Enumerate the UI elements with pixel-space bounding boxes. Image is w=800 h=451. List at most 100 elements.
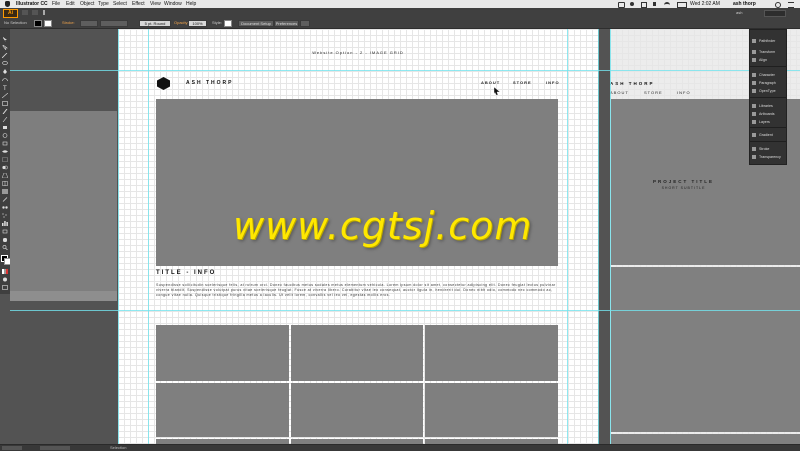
menu-effect[interactable]: Effect [132, 0, 145, 8]
panel-divider [750, 66, 786, 67]
menu-view[interactable]: View [150, 0, 161, 8]
panel-stroke[interactable]: Stroke [750, 145, 786, 153]
rectangle-tool-icon[interactable] [2, 101, 8, 106]
panel-opentype[interactable]: OpenType [750, 87, 786, 95]
guide-horizontal [10, 310, 800, 311]
rotate-tool-icon[interactable] [2, 133, 8, 138]
magic-wand-icon[interactable] [2, 53, 8, 58]
app-logo: Ai [3, 9, 18, 18]
panel-divider [750, 127, 786, 128]
panel-libraries[interactable]: Libraries [750, 102, 786, 110]
shape-builder-tool-icon[interactable] [2, 165, 8, 170]
panel-layers[interactable]: Layers [750, 118, 786, 126]
selection-tool-icon[interactable] [2, 37, 8, 42]
perspective-grid-tool-icon[interactable] [2, 173, 8, 178]
gradient-tool-icon[interactable] [2, 189, 8, 194]
panel-divider [750, 97, 786, 98]
zoom-level-field[interactable] [2, 446, 22, 450]
arrange-documents-icon[interactable] [300, 20, 310, 27]
search-stock-input[interactable] [764, 10, 786, 17]
mouse-cursor-icon [493, 82, 501, 100]
hand-tool-icon[interactable] [2, 237, 8, 242]
panel-artboards[interactable]: Artboards [750, 110, 786, 118]
stroke-label[interactable]: Stroke: [62, 20, 75, 25]
right-nav-store[interactable]: STORE [644, 90, 663, 95]
panel-dock: Pathfinder Transform Align Character Par… [749, 29, 787, 165]
project-subtitle: SHORT SUBTITLE [661, 186, 706, 190]
stroke-weight-field[interactable] [80, 20, 98, 27]
variable-width-dropdown[interactable] [100, 20, 128, 27]
panel-transform[interactable]: Transform [750, 48, 786, 56]
panel-character[interactable]: Character [750, 71, 786, 79]
artboard-navigation[interactable] [40, 446, 70, 450]
color-mode-icon[interactable] [2, 269, 8, 274]
preferences-button[interactable]: Preferences [274, 20, 299, 27]
right-nav-info[interactable]: INFO [677, 90, 691, 95]
menu-help[interactable]: Help [186, 0, 196, 8]
opacity-field[interactable]: 100% [188, 20, 207, 27]
panel-gradient[interactable]: Gradient [750, 131, 786, 139]
menu-file[interactable]: File [52, 0, 60, 8]
opacity-label[interactable]: Opacity: [174, 20, 189, 25]
panel-paragraph[interactable]: Paragraph [750, 79, 786, 87]
bridge-icon[interactable] [22, 10, 28, 15]
panel-pathfinder[interactable]: Pathfinder [750, 37, 786, 45]
site-logo-text: ASH THORP [186, 80, 234, 86]
user-name[interactable]: ash thorp [733, 0, 756, 8]
menu-window[interactable]: Window [164, 0, 182, 8]
curvature-tool-icon[interactable] [2, 77, 8, 82]
brush-definition-dropdown[interactable]: 5 pt. Round [139, 20, 171, 27]
type-tool-icon[interactable]: T [2, 85, 8, 90]
opentype-icon [752, 89, 756, 93]
line-tool-icon[interactable] [2, 93, 8, 98]
clock[interactable]: Wed 2:02 AM [690, 0, 720, 8]
workspace-switcher[interactable]: ash [736, 10, 742, 15]
eyedropper-tool-icon[interactable] [2, 197, 8, 202]
eraser-tool-icon[interactable] [2, 125, 8, 130]
width-tool-icon[interactable] [2, 149, 8, 154]
stock-icon[interactable] [32, 10, 38, 15]
menu-select[interactable]: Select [113, 0, 127, 8]
current-tool-status[interactable]: Selection [110, 445, 126, 451]
project-title: PROJECT TITLE [652, 179, 714, 184]
pencil-tool-icon[interactable] [2, 117, 8, 122]
sync-icon[interactable] [630, 2, 634, 6]
right-nav-about[interactable]: ABOUT [610, 90, 629, 95]
left-artboard-strip [10, 291, 117, 301]
zoom-tool-icon[interactable] [2, 245, 8, 250]
paintbrush-tool-icon[interactable] [2, 109, 8, 114]
control-bar: Ai No Selection Stroke: 5 pt. Round Opac… [0, 8, 800, 29]
column-graph-tool-icon[interactable] [2, 221, 8, 226]
panel-align[interactable]: Align [750, 56, 786, 64]
nav-info[interactable]: INFO [546, 80, 560, 85]
character-icon [752, 73, 756, 77]
style-label: Style: [212, 20, 223, 25]
bluetooth-icon[interactable] [653, 2, 656, 6]
draw-mode-icon[interactable] [2, 277, 8, 282]
nav-store[interactable]: STORE [513, 80, 532, 85]
pen-tool-icon[interactable] [2, 69, 8, 74]
direct-selection-tool-icon[interactable] [2, 45, 8, 50]
blend-tool-icon[interactable] [2, 205, 8, 210]
lasso-icon[interactable] [2, 61, 8, 66]
free-transform-tool-icon[interactable] [2, 157, 8, 162]
symbol-sprayer-tool-icon[interactable] [2, 213, 8, 218]
panel-divider [750, 141, 786, 142]
mesh-tool-icon[interactable] [2, 181, 8, 186]
watermark-text: www.cgtsj.com [233, 204, 533, 248]
screen-mode-icon[interactable] [2, 285, 8, 290]
panel-transparency[interactable]: Transparency [750, 153, 786, 161]
menu-object[interactable]: Object [80, 0, 94, 8]
fill-swatch[interactable] [34, 20, 42, 27]
menu-edit[interactable]: Edit [66, 0, 75, 8]
apple-icon[interactable] [5, 1, 10, 7]
scale-tool-icon[interactable] [2, 141, 8, 146]
menu-type[interactable]: Type [98, 0, 109, 8]
send-icon[interactable] [43, 10, 49, 15]
guide-vertical [118, 29, 119, 450]
artboard-tool-icon[interactable] [2, 229, 8, 234]
app-menu[interactable]: Illustrator CC [16, 0, 48, 8]
stroke-swatch[interactable] [44, 20, 52, 27]
document-setup-button[interactable]: Document Setup [238, 20, 274, 27]
graphic-style-swatch[interactable] [224, 20, 232, 27]
